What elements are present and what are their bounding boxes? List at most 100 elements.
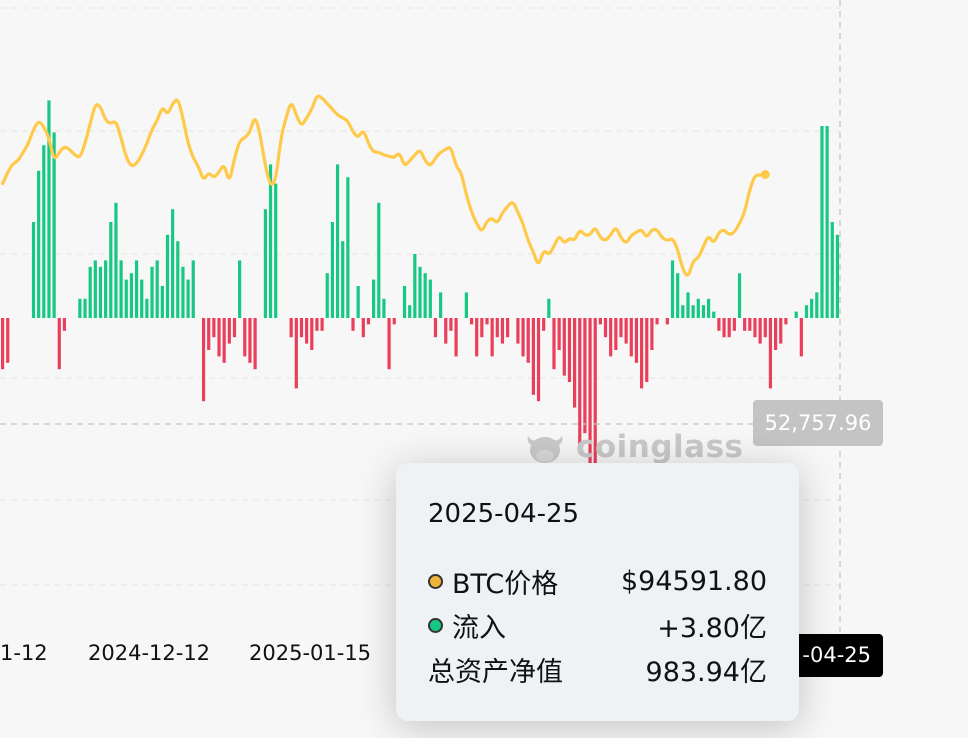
flow-bar-155	[799, 318, 803, 357]
flow-bar-23	[119, 260, 123, 318]
flow-bar-31	[160, 286, 164, 318]
flow-bar-15	[78, 298, 82, 318]
flow-bar-18	[93, 260, 97, 318]
flow-bar-72	[372, 279, 376, 318]
tooltip-flow-value: +3.80亿	[657, 612, 767, 644]
tooltip-row-flow: 流入 +3.80亿	[428, 603, 767, 647]
flow-bar-16	[83, 298, 87, 318]
x-tick-label-3: 2025-01-15	[249, 641, 372, 665]
flow-bar-97	[500, 318, 505, 344]
tooltip-date: 2025-04-25	[428, 499, 580, 529]
flow-bar-28	[145, 298, 149, 318]
flow-bar-107	[552, 318, 556, 370]
flow-bar-49	[253, 318, 257, 370]
flow-bar-81	[418, 266, 422, 318]
flow-bar-43	[222, 318, 226, 363]
flow-bar-117	[603, 318, 608, 338]
crosshair-y-label: 52,757.96	[753, 400, 883, 446]
flow-bar-10	[52, 132, 56, 318]
flow-bar-7	[37, 170, 41, 318]
flow-bar-34	[176, 241, 180, 318]
x-tick-label-1: 1-12	[0, 641, 48, 665]
flow-bar-60	[310, 318, 314, 350]
flow-bar-33	[171, 209, 175, 318]
x-tick-label-2: 2024-12-12	[88, 641, 211, 665]
flow-bar-104	[536, 318, 541, 402]
flow-legend-dot-icon	[428, 617, 443, 633]
tooltip-nav-label: 总资产净值	[428, 656, 563, 688]
flow-bar-91	[469, 318, 474, 325]
tooltip: 2025-04-25 BTC价格 $94591.80 流入 +3.80亿 总资产…	[396, 463, 799, 721]
flow-bar-126	[650, 318, 654, 350]
flow-bar-150	[773, 318, 778, 350]
flow-bar-92	[475, 318, 479, 357]
flow-bar-8	[42, 145, 46, 318]
flow-bar-88	[454, 318, 458, 357]
flow-bar-46	[238, 260, 242, 318]
flow-bar-152	[784, 318, 788, 325]
flow-bar-105	[542, 318, 546, 331]
flow-bar-87	[449, 318, 453, 331]
flow-bar-116	[598, 318, 602, 325]
flow-bar-67	[346, 177, 350, 318]
flow-bar-51	[263, 209, 267, 318]
flow-bar-27	[140, 279, 144, 318]
flow-bar-142	[732, 318, 736, 331]
flow-bar-6	[31, 222, 36, 318]
flow-bar-144	[743, 318, 747, 331]
cow-head-icon	[527, 436, 563, 463]
flow-bar-147	[758, 318, 762, 344]
flow-bar-154	[794, 311, 798, 318]
flow-bar-160	[825, 126, 829, 318]
flow-bar-123	[634, 318, 639, 363]
flow-bar-24	[124, 279, 128, 318]
flow-bar-70	[361, 318, 365, 338]
watermark: coinglass	[522, 428, 744, 466]
flow-bar-36	[186, 279, 190, 318]
flow-bar-73	[377, 202, 381, 318]
flow-bar-69	[356, 286, 360, 318]
flow-bar-85	[439, 292, 443, 318]
tooltip-price-label: BTC价格	[452, 568, 559, 600]
flow-bar-25	[129, 273, 134, 318]
flow-bar-26	[134, 260, 139, 318]
flow-bar-64	[330, 222, 334, 318]
flow-bar-159	[820, 126, 824, 318]
flow-bar-86	[444, 318, 448, 344]
flow-bar-35	[181, 266, 185, 318]
flow-bar-82	[423, 273, 427, 318]
flow-bar-149	[768, 318, 773, 389]
flow-bar-102	[526, 318, 530, 363]
flow-bar-162	[835, 234, 840, 318]
flow-bar-106	[547, 298, 551, 318]
flow-bar-37	[191, 260, 195, 318]
flow-bar-12	[62, 318, 67, 331]
flow-bar-118	[609, 318, 613, 357]
tooltip-row-nav: 总资产净值 983.94亿	[428, 647, 767, 691]
flow-bar-39	[201, 318, 206, 402]
flow-bar-48	[248, 318, 252, 363]
watermark-text: coinglass	[576, 429, 744, 465]
flow-bar-103	[531, 318, 535, 395]
flow-bar-139	[717, 318, 721, 331]
flow-bar-130	[670, 260, 675, 318]
flow-bar-29	[150, 266, 154, 318]
flow-bar-119	[614, 318, 618, 350]
flow-bar-56	[289, 318, 293, 338]
flow-bar-148	[763, 318, 767, 338]
flow-bar-74	[382, 298, 386, 318]
flow-bar-157	[810, 298, 814, 318]
flow-bar-76	[392, 318, 396, 325]
flow-bar-100	[516, 318, 520, 344]
flow-bar-135	[696, 298, 700, 318]
flow-bar-84	[433, 318, 438, 338]
flow-bar-124	[640, 318, 644, 389]
price-line	[1, 94, 770, 277]
flow-bar-79	[408, 305, 412, 318]
flow-bar-52	[268, 164, 273, 318]
flow-bar-41	[212, 318, 216, 338]
flow-bar-68	[351, 318, 355, 331]
flow-bar-101	[521, 318, 525, 357]
flow-bar-110	[567, 318, 572, 382]
flow-bar-20	[104, 260, 108, 318]
